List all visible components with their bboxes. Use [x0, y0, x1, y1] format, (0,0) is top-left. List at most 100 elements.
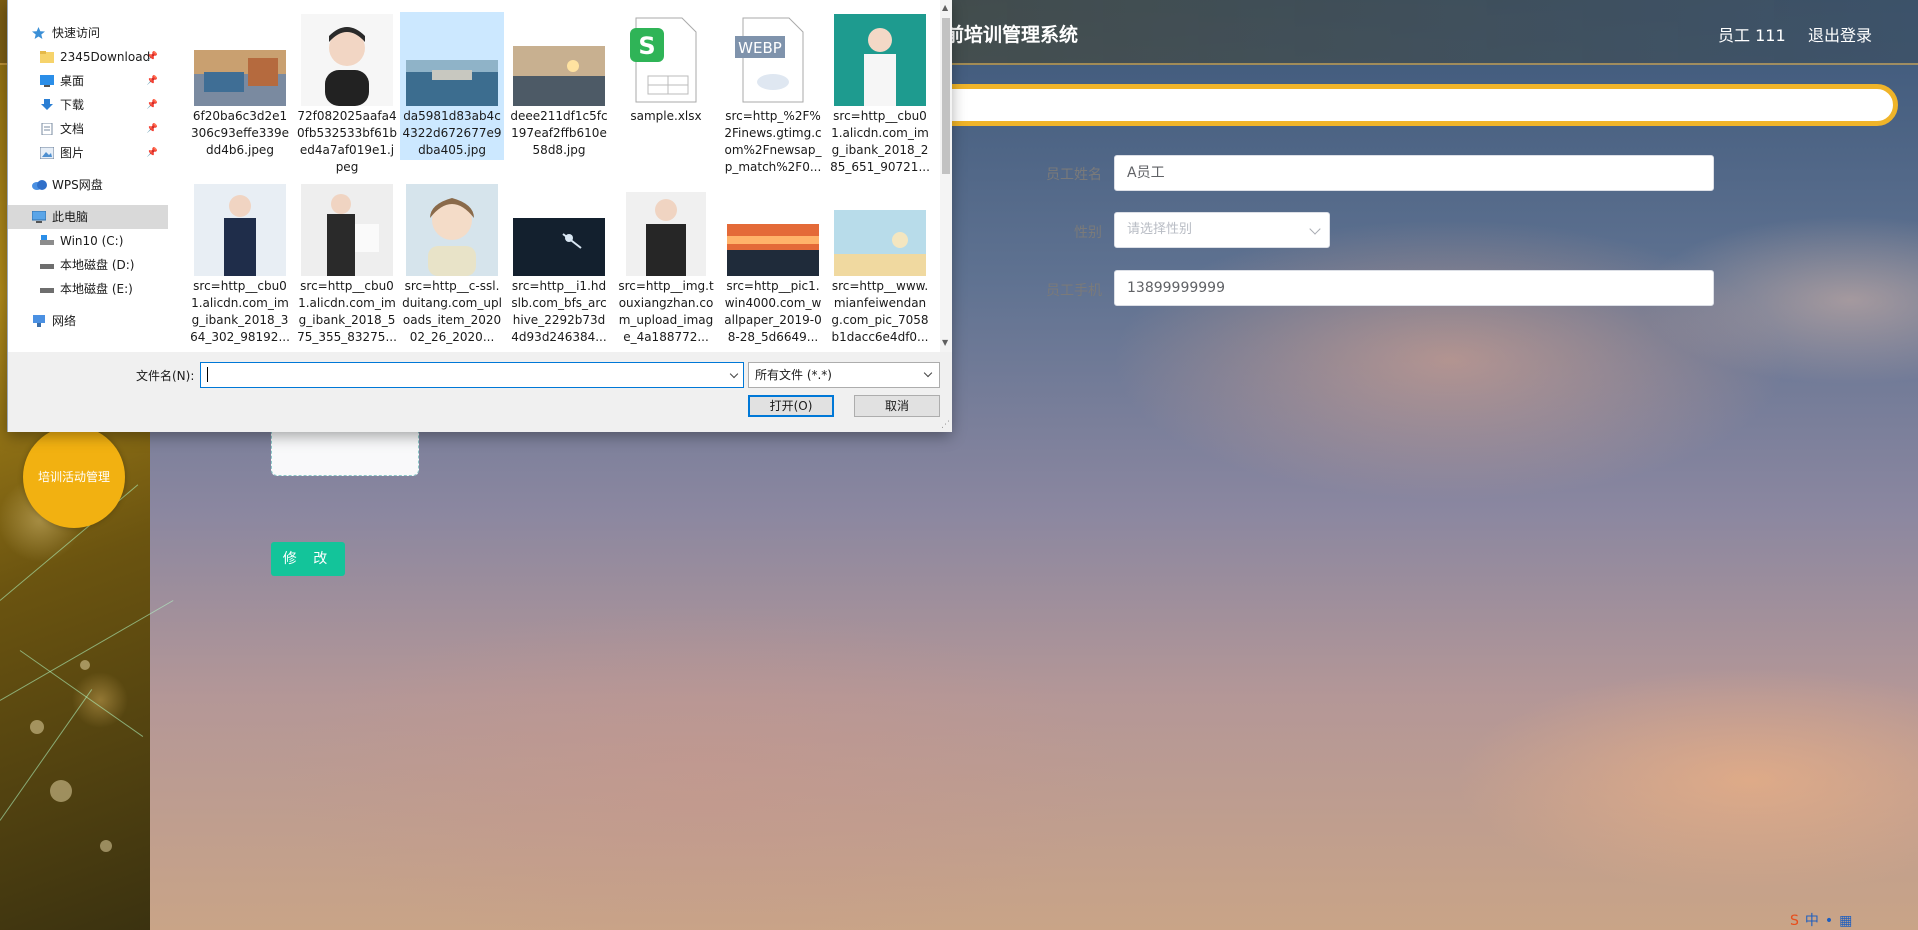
nav-item-drive-c[interactable]: Win10 (C:) [8, 229, 168, 253]
file-item[interactable]: src=http__pic1.win4000.com_wallpaper_201… [721, 184, 825, 346]
file-item[interactable]: 72f082025aafa40fb532533bf61bed4a7af019e1… [295, 14, 399, 176]
decor-dot [30, 720, 44, 734]
sogou-ime-icon[interactable]: S [1790, 913, 1799, 929]
system-tray: S 中 • ▦ [1790, 910, 1858, 930]
computer-icon [31, 207, 47, 223]
folder-icon [40, 47, 54, 63]
file-name: 6f20ba6c3d2e1306c93effe339edd4b6.jpeg [190, 109, 290, 157]
nav-item-pictures[interactable]: 图片 📌 [8, 141, 168, 165]
scroll-up-icon[interactable]: ▲ [942, 3, 948, 12]
file-list-scrollbar[interactable]: ▲ ▼ [940, 0, 952, 352]
file-thumbnail [406, 184, 498, 276]
file-thumbnail [834, 210, 926, 276]
gender-label: 性别 [1074, 225, 1102, 241]
nav-item-2345download[interactable]: 2345Download 📌 [8, 45, 168, 69]
nav-item-label: 2345Download [60, 50, 151, 64]
employee-name-label: 员工姓名 [1046, 167, 1102, 183]
file-thumbnail [834, 14, 926, 106]
file-thumbnail [194, 184, 286, 276]
nav-item-drive-e[interactable]: 本地磁盘 (E:) [8, 277, 168, 301]
filetype-select[interactable]: 所有文件 (*.*) [748, 362, 940, 388]
file-item[interactable]: src=http__i1.hdslb.com_bfs_archive_2292b… [507, 184, 611, 346]
file-name: src=http__i1.hdslb.com_bfs_archive_2292b… [511, 279, 607, 344]
file-item[interactable]: S sample.xlsx [614, 14, 718, 125]
nav-item-label: 图片 [60, 146, 85, 160]
chevron-down-icon [1309, 223, 1321, 235]
chevron-down-icon[interactable] [729, 369, 739, 379]
download-icon [40, 95, 54, 110]
star-icon [32, 23, 46, 39]
scroll-down-icon[interactable]: ▼ [942, 338, 948, 347]
nav-item-documents[interactable]: 文档 📌 [8, 117, 168, 141]
logout-link[interactable]: 退出登录 [1808, 22, 1872, 46]
desktop-icon [40, 71, 54, 87]
file-thumbnail [513, 46, 605, 106]
nav-item-desktop[interactable]: 桌面 📌 [8, 69, 168, 93]
webp-file-icon: WEBP [735, 17, 804, 103]
file-thumbnail [194, 50, 286, 106]
file-item[interactable]: src=http__cbu01.alicdn.com_img_ibank_201… [828, 14, 932, 176]
pictures-icon [39, 143, 55, 160]
file-thumbnail [513, 218, 605, 276]
nav-item-label: 网络 [52, 314, 77, 328]
file-name: src=http__www.mianfeiwendang.com_pic_705… [831, 279, 929, 344]
file-item[interactable]: src=http__c-ssl.duitang.com_uploads_item… [400, 184, 504, 346]
ime-punct-icon[interactable]: • [1825, 913, 1833, 929]
top-search-bar[interactable] [900, 84, 1898, 126]
file-thumbnail [301, 14, 393, 106]
file-thumbnail [626, 192, 706, 276]
nav-item-this-pc[interactable]: 此电脑 [8, 205, 168, 229]
sidebar-item-training-activity[interactable]: 培训活动管理 [23, 426, 125, 528]
employee-name-input[interactable]: A员工 [1114, 155, 1714, 191]
cancel-button[interactable]: 取消 [854, 395, 940, 417]
file-name: src=http__c-ssl.duitang.com_uploads_item… [402, 279, 502, 344]
file-item[interactable]: src=http__cbu01.alicdn.com_img_ibank_201… [188, 184, 292, 346]
pin-icon: 📌 [146, 52, 158, 62]
document-icon [40, 119, 54, 136]
nav-item-wps-cloud[interactable]: WPS网盘 [8, 173, 168, 197]
decor-line [0, 600, 174, 701]
pin-icon: 📌 [146, 124, 158, 134]
file-item[interactable]: src=http__cbu01.alicdn.com_img_ibank_201… [295, 184, 399, 346]
file-item[interactable]: WEBP src=http_%2F%2Finews.gtimg.com%2Fne… [721, 14, 825, 176]
open-button[interactable]: 打开(O) [748, 395, 834, 417]
dialog-bottom-bar: 文件名(N): 所有文件 (*.*) 打开(O) 取消 ⋰ [8, 352, 952, 432]
employee-phone-label: 员工手机 [1046, 283, 1102, 299]
file-name: src=http__cbu01.alicdn.com_img_ibank_201… [297, 279, 397, 344]
file-name: 72f082025aafa40fb532533bf61bed4a7af019e1… [297, 109, 397, 174]
modify-button[interactable]: 修 改 [271, 542, 345, 576]
scrollbar-thumb[interactable] [942, 18, 950, 174]
file-name: src=http_%2F%2Finews.gtimg.com%2Fnewsap_… [724, 109, 822, 174]
nav-item-label: 文档 [60, 122, 85, 136]
nav-item-downloads[interactable]: 下载 📌 [8, 93, 168, 117]
ime-keyboard-icon[interactable]: ▦ [1839, 913, 1852, 929]
nav-item-network[interactable]: 网络 [8, 309, 168, 333]
file-item[interactable]: deee211df1c5fc197eaf2ffb610e58d8.jpg [507, 14, 611, 159]
file-name: src=http__img.touxiangzhan.com_upload_im… [618, 279, 714, 344]
file-item[interactable]: src=http__www.mianfeiwendang.com_pic_705… [828, 184, 932, 346]
file-name: src=http__cbu01.alicdn.com_img_ibank_201… [190, 279, 290, 344]
drive-icon [40, 231, 54, 245]
file-name: deee211df1c5fc197eaf2ffb610e58d8.jpg [510, 109, 608, 157]
gender-select[interactable]: 请选择性别 [1114, 212, 1330, 248]
nav-item-label: WPS网盘 [52, 178, 103, 192]
nav-item-quick-access[interactable]: 快速访问 [8, 21, 168, 45]
file-name: sample.xlsx [630, 109, 702, 123]
decor-dot [80, 660, 90, 670]
text-caret [207, 367, 208, 382]
nav-item-drive-d[interactable]: 本地磁盘 (D:) [8, 253, 168, 277]
file-name: da5981d83ab4c4322d672677e9dba405.jpg [402, 109, 502, 157]
file-name: src=http__cbu01.alicdn.com_img_ibank_201… [830, 109, 930, 174]
nav-item-label: 本地磁盘 (D:) [60, 258, 135, 272]
resize-grip-icon[interactable]: ⋰ [941, 420, 950, 430]
file-item[interactable]: src=http__img.touxiangzhan.com_upload_im… [614, 184, 718, 346]
file-item[interactable]: 6f20ba6c3d2e1306c93effe339edd4b6.jpeg [188, 14, 292, 159]
pin-icon: 📌 [146, 148, 158, 158]
ime-mode-icon[interactable]: 中 [1805, 913, 1819, 929]
filename-input[interactable] [200, 362, 744, 388]
employee-phone-input[interactable]: 13899999999 [1114, 270, 1714, 306]
network-icon [32, 311, 46, 327]
avatar-upload-box[interactable] [271, 428, 419, 476]
file-item[interactable]: da5981d83ab4c4322d672677e9dba405.jpg [400, 12, 504, 160]
nav-item-label: 快速访问 [52, 26, 101, 40]
